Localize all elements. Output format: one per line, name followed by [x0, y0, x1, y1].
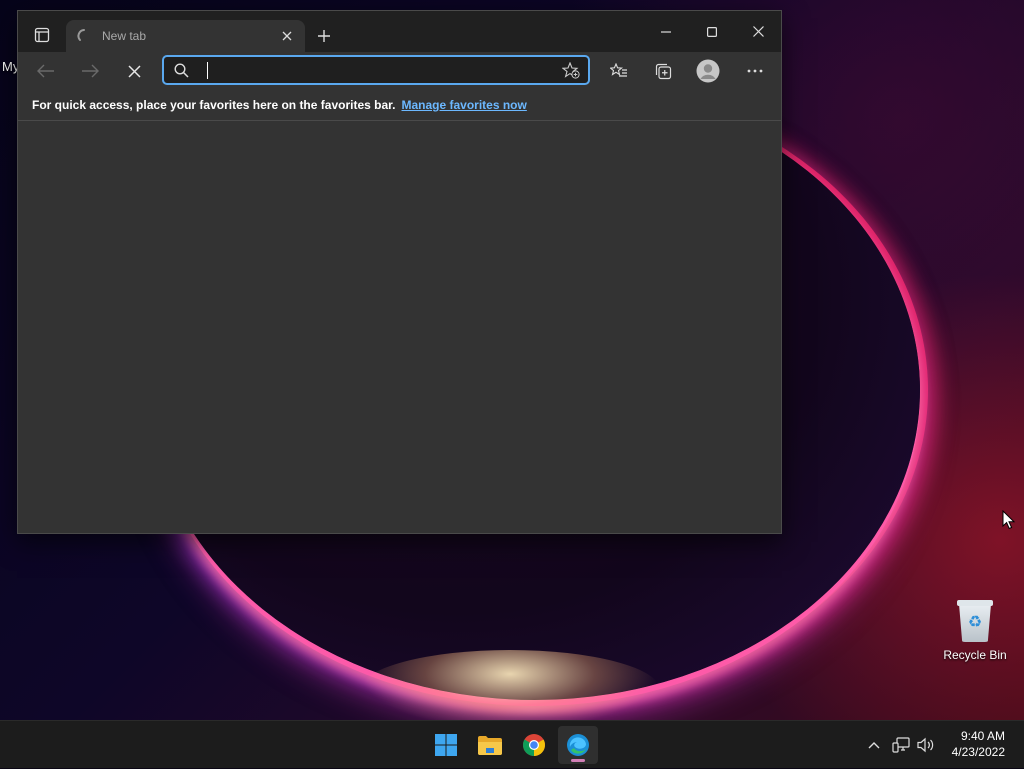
- favorites-list-icon: [610, 63, 627, 77]
- add-favorite-icon[interactable]: [562, 62, 580, 79]
- start-button[interactable]: [426, 726, 466, 764]
- tab-new-tab[interactable]: New tab: [66, 20, 305, 52]
- tab-strip: New tab: [18, 11, 781, 52]
- show-hidden-icons-button[interactable]: [862, 721, 886, 769]
- network-icon: [892, 737, 910, 753]
- navigation-toolbar: [18, 52, 781, 90]
- minimize-icon: [661, 30, 671, 33]
- close-icon: [752, 26, 764, 37]
- search-icon: [174, 63, 189, 78]
- favorites-button[interactable]: [603, 56, 635, 86]
- address-bar[interactable]: [162, 55, 590, 85]
- tab-title: New tab: [102, 29, 147, 43]
- network-button[interactable]: [889, 721, 913, 769]
- favorites-bar: For quick access, place your favorites h…: [18, 90, 781, 121]
- clock-date: 4/23/2022: [951, 745, 1005, 759]
- volume-button[interactable]: [914, 721, 938, 769]
- wallpaper-bottom-glow: [360, 650, 660, 720]
- manage-favorites-link[interactable]: Manage favorites now: [401, 98, 526, 112]
- edge-button[interactable]: [558, 726, 598, 764]
- tab-actions-button[interactable]: [26, 21, 58, 49]
- text-caret: [207, 62, 208, 79]
- close-icon: [282, 31, 292, 41]
- plus-icon: [318, 30, 330, 42]
- new-tab-button[interactable]: [310, 23, 338, 49]
- edge-browser-window: New tab For quick access, place your fav…: [17, 10, 782, 534]
- file-explorer-button[interactable]: [470, 726, 510, 764]
- clock-time: 9:40 AM: [960, 729, 1005, 743]
- collections-button[interactable]: [647, 56, 679, 86]
- recycle-bin-shortcut[interactable]: ♻ Recycle Bin: [938, 594, 1012, 662]
- back-button[interactable]: [30, 56, 62, 86]
- folder-icon: [478, 736, 502, 755]
- window-controls: [643, 11, 781, 52]
- arrow-right-icon: [82, 64, 99, 78]
- avatar-icon: [696, 59, 720, 83]
- close-icon: [127, 64, 141, 78]
- active-app-indicator: [571, 759, 585, 762]
- tab-close-button[interactable]: [275, 24, 299, 48]
- taskbar: 9:40 AM 4/23/2022: [0, 720, 1024, 768]
- mouse-cursor-icon: [1002, 510, 1016, 530]
- recycle-bin-icon: ♻: [956, 598, 994, 642]
- minimize-button[interactable]: [643, 11, 689, 52]
- arrow-left-icon: [37, 64, 54, 78]
- tab-actions-icon: [34, 27, 50, 43]
- settings-more-button[interactable]: [739, 56, 771, 86]
- windows-logo-icon: [435, 734, 457, 756]
- edge-icon: [567, 734, 589, 756]
- chevron-up-icon: [868, 742, 880, 749]
- recycle-bin-label: Recycle Bin: [943, 648, 1007, 662]
- chrome-button[interactable]: [514, 726, 554, 764]
- loading-spinner-icon: [77, 29, 85, 41]
- maximize-button[interactable]: [689, 11, 735, 52]
- more-horizontal-icon: [747, 69, 763, 73]
- stop-loading-button[interactable]: [118, 56, 150, 86]
- speaker-icon: [917, 737, 934, 753]
- forward-button[interactable]: [74, 56, 106, 86]
- maximize-icon: [707, 26, 717, 37]
- favorites-bar-message: For quick access, place your favorites h…: [32, 98, 396, 112]
- close-window-button[interactable]: [735, 11, 781, 52]
- system-clock[interactable]: 9:40 AM 4/23/2022: [952, 728, 1005, 760]
- address-input[interactable]: [204, 61, 548, 83]
- profile-button[interactable]: [692, 56, 724, 86]
- chrome-icon: [523, 734, 545, 756]
- collections-icon: [655, 63, 671, 79]
